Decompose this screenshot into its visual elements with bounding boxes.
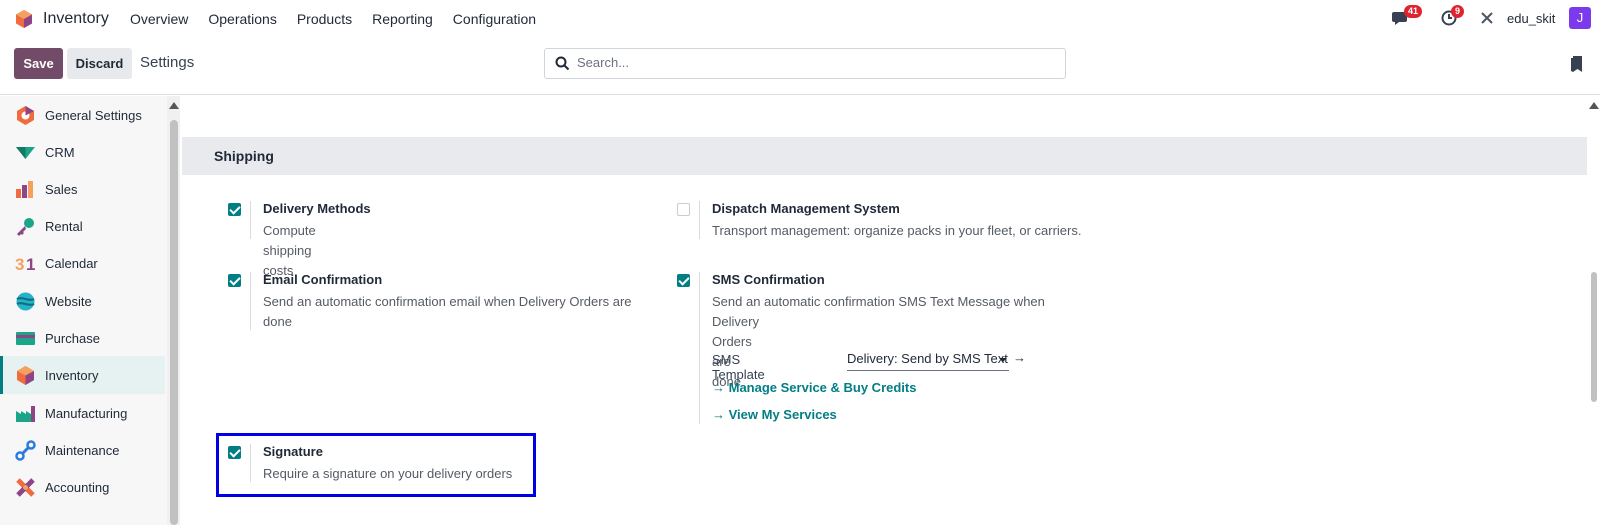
- page-title: Settings: [140, 54, 195, 71]
- scroll-up-icon[interactable]: [169, 102, 179, 109]
- sidebar-item-rental[interactable]: Rental: [0, 207, 165, 245]
- svg-text:1: 1: [26, 255, 35, 274]
- dispatch-checkbox[interactable]: [677, 203, 690, 216]
- section-title: Shipping: [214, 148, 274, 164]
- accounting-icon: [16, 477, 35, 497]
- email-confirmation-checkbox[interactable]: [228, 274, 241, 287]
- view-services-label: View My Services: [728, 407, 837, 422]
- settings-sidebar: General Settings CRM Sales Rental 3 1 Ca…: [0, 96, 180, 525]
- search-input[interactable]: [577, 55, 1047, 70]
- bookmark-icon[interactable]: [1570, 55, 1584, 73]
- divider: [250, 272, 251, 330]
- crm-icon: [16, 146, 35, 159]
- menu-overview[interactable]: Overview: [130, 11, 188, 27]
- app-name[interactable]: Inventory: [43, 10, 109, 28]
- avatar[interactable]: J: [1569, 7, 1591, 29]
- sidebar-item-website[interactable]: Website: [0, 282, 165, 320]
- svg-text:3: 3: [15, 255, 24, 274]
- discard-button[interactable]: Discard: [67, 48, 132, 79]
- sidebar-item-inventory[interactable]: Inventory: [0, 356, 165, 394]
- setting-title: Email Confirmation: [263, 272, 383, 287]
- manage-credits-link[interactable]: → Manage Service & Buy Credits: [712, 380, 916, 395]
- content-scrollbar[interactable]: [1587, 96, 1600, 525]
- top-navbar: Inventory Overview Operations Products R…: [0, 0, 1600, 38]
- activities-tray[interactable]: 9: [1441, 5, 1465, 29]
- sidebar-item-label: CRM: [45, 144, 75, 160]
- sidebar-item-general-settings[interactable]: General Settings: [0, 96, 165, 134]
- sidebar-item-accounting[interactable]: Accounting: [0, 468, 165, 506]
- general-settings-icon: [17, 105, 34, 125]
- maintenance-icon: [15, 439, 36, 461]
- rental-icon: [17, 217, 34, 236]
- menu-products[interactable]: Products: [297, 11, 352, 27]
- inventory-app-icon[interactable]: [14, 9, 34, 29]
- activities-badge: 9: [1451, 5, 1465, 18]
- website-icon: [16, 292, 35, 310]
- menu-reporting[interactable]: Reporting: [372, 11, 433, 27]
- sidebar-item-label: Website: [45, 293, 92, 309]
- setting-description: done: [263, 314, 292, 329]
- sidebar-item-label: Purchase: [45, 330, 100, 346]
- search-bar[interactable]: [544, 48, 1066, 79]
- messages-tray[interactable]: 41: [1392, 5, 1423, 29]
- control-panel: Save Discard Settings: [0, 38, 1600, 95]
- sidebar-scrollbar[interactable]: [167, 96, 180, 525]
- manufacturing-icon: [16, 405, 35, 422]
- sms-template-value: Delivery: Send by SMS Text Message: [847, 351, 1009, 366]
- main-menu: Overview Operations Products Reporting C…: [130, 11, 536, 27]
- sidebar-item-label: Sales: [45, 181, 78, 197]
- sms-template-label: SMS Template: [712, 352, 765, 382]
- scroll-up-icon[interactable]: [1589, 102, 1599, 109]
- menu-operations[interactable]: Operations: [208, 11, 276, 27]
- setting-title: SMS Confirmation: [712, 272, 825, 287]
- setting-description: Send an automatic confirmation SMS Text …: [712, 294, 1045, 309]
- sidebar-item-label: Calendar: [45, 255, 98, 271]
- search-icon: [555, 56, 570, 71]
- sms-confirmation-checkbox[interactable]: [677, 274, 690, 287]
- signature-highlight-box: [216, 433, 536, 497]
- menu-configuration[interactable]: Configuration: [453, 11, 536, 27]
- divider: [699, 272, 700, 424]
- calendar-icon: 3 1: [15, 255, 35, 274]
- manage-credits-label: Manage Service & Buy Credits: [728, 380, 917, 395]
- username[interactable]: edu_skit: [1507, 11, 1555, 26]
- sidebar-item-label: Accounting: [45, 479, 110, 495]
- setting-description: Transport management: organize packs in …: [712, 223, 1082, 238]
- sidebar-item-label: General Settings: [45, 107, 142, 123]
- delivery-methods-checkbox[interactable]: [228, 203, 241, 216]
- shipping-section-header: Shipping: [182, 137, 1594, 175]
- setting-title: Delivery Methods: [263, 201, 371, 216]
- view-services-link[interactable]: → View My Services: [712, 407, 837, 422]
- sms-template-select[interactable]: Delivery: Send by SMS Text Message: [847, 351, 1009, 371]
- sidebar-item-crm[interactable]: CRM: [0, 133, 165, 171]
- sidebar-item-calendar[interactable]: 3 1 Calendar: [0, 244, 165, 282]
- sidebar-item-purchase[interactable]: Purchase: [0, 319, 165, 357]
- debug-tray[interactable]: [1480, 11, 1494, 28]
- sidebar-item-label: Maintenance: [45, 442, 120, 458]
- scrollbar-thumb[interactable]: [1591, 272, 1597, 402]
- inventory-icon: [17, 365, 34, 385]
- sidebar-item-label: Rental: [45, 218, 83, 234]
- sidebar-item-maintenance[interactable]: Maintenance: [0, 431, 165, 469]
- sidebar-item-sales[interactable]: Sales: [0, 170, 165, 208]
- open-template-arrow-icon[interactable]: →: [1013, 350, 1026, 365]
- scrollbar-thumb[interactable]: [170, 120, 178, 525]
- messages-badge: 41: [1404, 5, 1423, 18]
- divider: [699, 201, 700, 239]
- divider: [250, 201, 251, 239]
- tools-icon: [1481, 12, 1493, 24]
- sidebar-item-label: Inventory: [45, 367, 99, 383]
- sidebar-item-label: Manufacturing: [45, 405, 128, 421]
- save-button[interactable]: Save: [14, 48, 63, 79]
- setting-description: Send an automatic confirmation email whe…: [263, 294, 632, 309]
- purchase-icon: [16, 331, 35, 345]
- sales-icon: [16, 180, 33, 198]
- setting-title: Dispatch Management System: [712, 201, 900, 216]
- sidebar-item-manufacturing[interactable]: Manufacturing: [0, 394, 165, 432]
- chevron-down-icon: [999, 358, 1007, 362]
